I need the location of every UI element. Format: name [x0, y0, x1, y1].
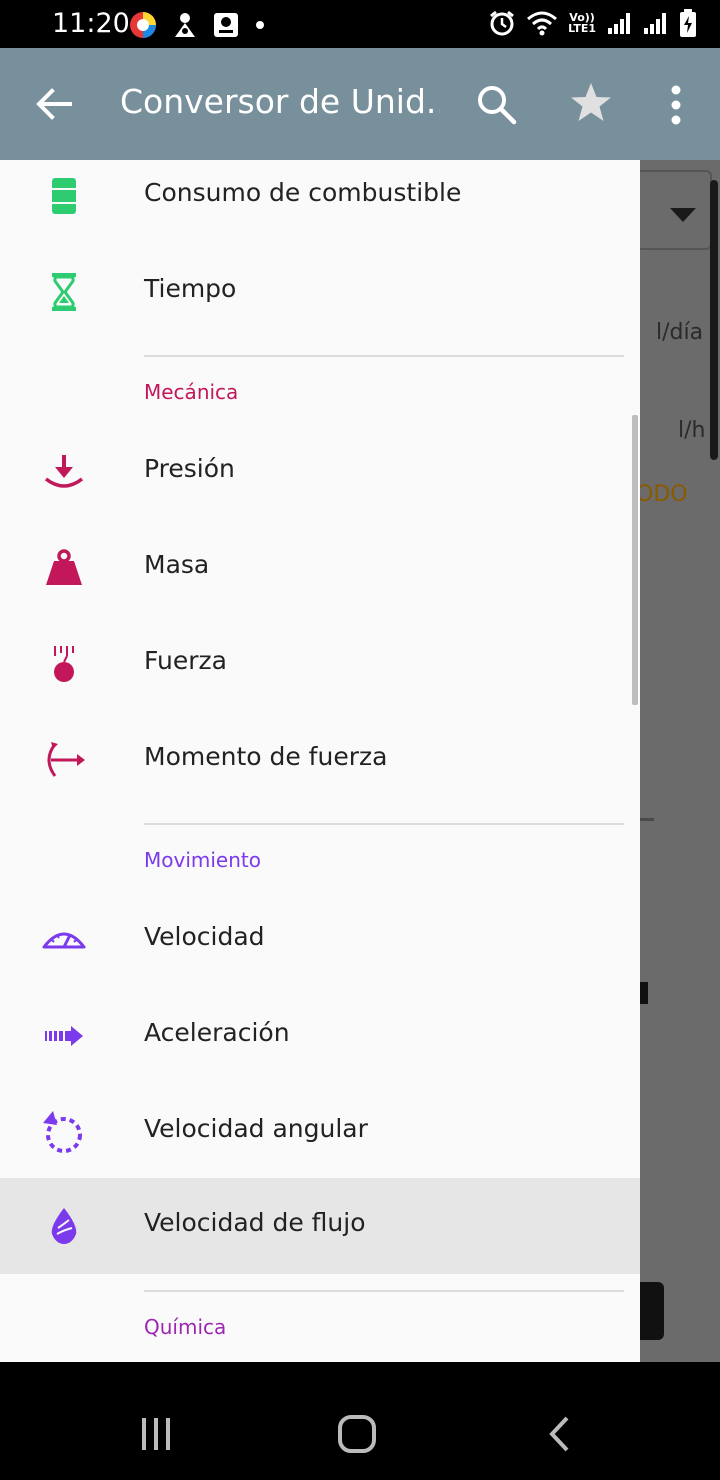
- weight-icon: [40, 544, 88, 592]
- drawer-item-momento-fuerza[interactable]: Momento de fuerza: [0, 712, 640, 808]
- drawer-item-tiempo[interactable]: Tiempo: [0, 244, 640, 340]
- section-title-mecanica: Mecánica: [144, 380, 239, 404]
- drawer-item-label: Velocidad angular: [144, 1114, 368, 1143]
- signal-1-icon: [608, 13, 630, 34]
- background-divider: [640, 818, 654, 821]
- nav-back-icon[interactable]: [540, 1414, 580, 1454]
- arrow-back-icon[interactable]: [32, 82, 76, 126]
- pressure-icon: [40, 448, 88, 496]
- drawer-divider: [144, 823, 624, 825]
- section-title-movimiento: Movimiento: [144, 848, 261, 872]
- drawer-item-velocidad-flujo[interactable]: Velocidad de flujo: [0, 1178, 640, 1274]
- more-vertical-icon[interactable]: [662, 84, 690, 126]
- drawer-item-presion[interactable]: Presión: [0, 424, 640, 520]
- background-dropdown: [640, 170, 712, 250]
- dropdown-arrow-icon: [670, 208, 696, 222]
- app-title: Conversor de Unid...: [120, 82, 440, 121]
- drawer-item-label: Consumo de combustible: [144, 178, 462, 207]
- background-unit-2: l/h: [678, 418, 706, 443]
- background-content: l/día l/h ODO: [640, 160, 720, 1362]
- drawer-item-consumo-combustible[interactable]: Consumo de combustible: [0, 160, 640, 244]
- drawer-item-fuerza[interactable]: Fuerza: [0, 616, 640, 712]
- drawer-item-label: Aceleración: [144, 1018, 290, 1047]
- drawer-item-masa[interactable]: Masa: [0, 520, 640, 616]
- alarm-icon: [490, 10, 515, 36]
- status-right-icons: Vo)) LTE1: [488, 8, 698, 38]
- app-notification-icon: [130, 12, 156, 38]
- app-bar: Conversor de Unid...: [0, 48, 720, 160]
- search-icon[interactable]: [474, 82, 518, 126]
- drawer-item-label: Velocidad de flujo: [144, 1208, 366, 1237]
- background-button: [640, 1282, 664, 1340]
- angular-velocity-icon: [40, 1108, 88, 1156]
- drawer-item-label: Presión: [144, 454, 235, 483]
- wifi-icon: [527, 11, 558, 36]
- background-mode-text: ODO: [640, 482, 688, 507]
- acceleration-arrow-icon: [40, 1012, 88, 1060]
- torque-icon: [40, 736, 88, 784]
- drawer-item-label: Tiempo: [144, 274, 237, 303]
- battery-charging-icon: [680, 9, 696, 37]
- recents-icon[interactable]: [136, 1414, 176, 1454]
- background-unit-1: l/día: [656, 320, 704, 345]
- drawer-item-velocidad[interactable]: Velocidad: [0, 892, 640, 988]
- drawer-item-label: Masa: [144, 550, 210, 579]
- status-left-icons: [128, 10, 266, 40]
- star-icon[interactable]: [568, 80, 614, 126]
- background-block: [640, 982, 648, 1004]
- hourglass-icon: [40, 268, 88, 316]
- flow-drop-icon: [40, 1202, 88, 1250]
- signal-2-icon: [644, 13, 666, 34]
- home-icon[interactable]: [336, 1413, 378, 1455]
- drawer-item-label: Momento de fuerza: [144, 742, 388, 771]
- drawer-scrollbar[interactable]: [632, 415, 638, 705]
- force-apple-icon: [40, 640, 88, 688]
- drawer-item-label: Fuerza: [144, 646, 227, 675]
- drawer-item-label: Velocidad: [144, 922, 265, 951]
- speedometer-icon: [40, 916, 88, 964]
- notification-icon: [175, 13, 195, 37]
- drawer-divider: [144, 355, 624, 357]
- status-time: 11:20: [52, 8, 130, 39]
- section-title-quimica: Química: [144, 1315, 227, 1339]
- drawer-item-aceleracion[interactable]: Aceleración: [0, 988, 640, 1084]
- fuel-barrel-icon: [40, 172, 88, 220]
- drawer-item-velocidad-angular[interactable]: Velocidad angular: [0, 1084, 640, 1180]
- lte-label: LTE1: [568, 22, 596, 35]
- dot-icon: [256, 21, 264, 29]
- volte-indicator: Vo)) LTE1: [568, 12, 596, 34]
- drawer-divider: [144, 1290, 624, 1292]
- system-nav-bar: [0, 1362, 720, 1480]
- background-edge: [710, 180, 718, 460]
- navigation-drawer: Consumo de combustible Tiempo Mecánica P…: [0, 160, 640, 1362]
- status-bar: 11:20 Vo)) LTE1: [0, 0, 720, 48]
- image-notification-icon: [214, 13, 238, 37]
